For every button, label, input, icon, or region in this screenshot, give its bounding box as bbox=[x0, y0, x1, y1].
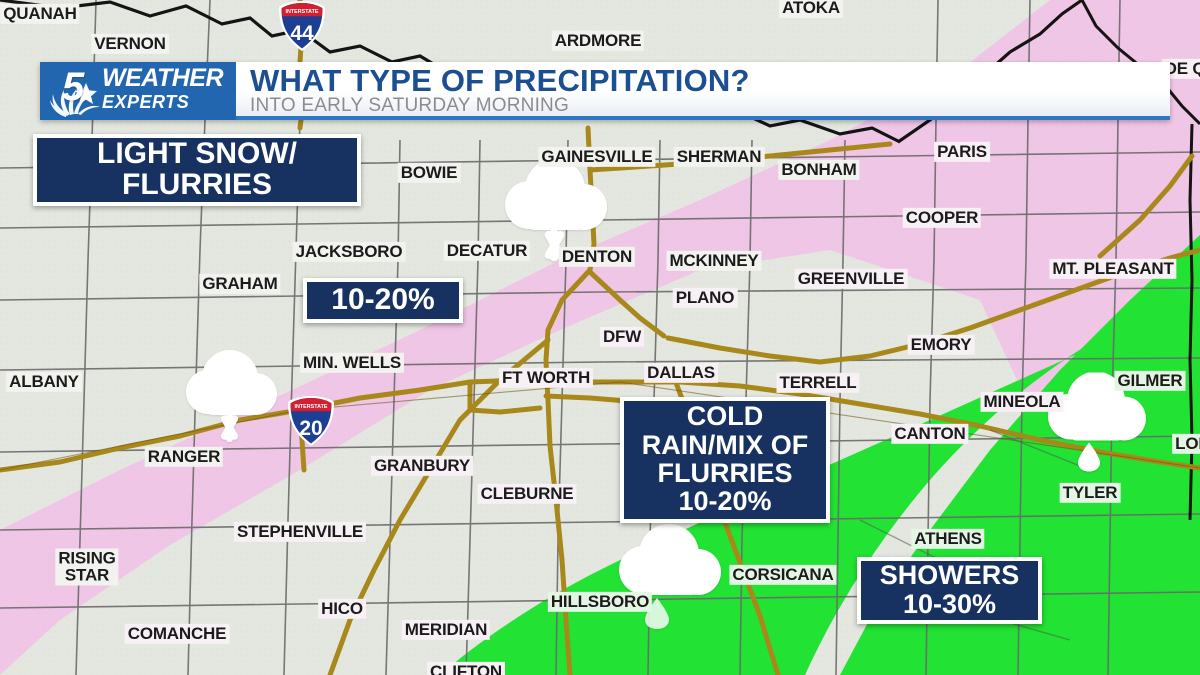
city-label: TYLER bbox=[1059, 482, 1121, 504]
city-label: CLIFTON bbox=[427, 661, 505, 675]
city-label: ARDMORE bbox=[551, 30, 645, 52]
city-label: GREENVILLE bbox=[794, 268, 908, 290]
callout-line: 10-20% bbox=[678, 486, 772, 517]
callout-showers: SHOWERS 10-30% bbox=[857, 557, 1042, 624]
city-label-line: STAR bbox=[64, 565, 110, 585]
callout-northwest-probability: 10-20% bbox=[303, 278, 463, 323]
city-label: HILLSBORO bbox=[547, 591, 653, 613]
city-label: BOWIE bbox=[397, 162, 461, 184]
city-label: RISING STAR bbox=[55, 548, 119, 586]
page-title: WHAT TYPE OF PRECIPITATION? bbox=[250, 63, 750, 98]
logo-line-weather: WEATHER bbox=[102, 64, 224, 92]
city-label: DECATUR bbox=[443, 240, 531, 262]
city-label: COMANCHE bbox=[124, 623, 230, 645]
city-label: EMORY bbox=[907, 334, 975, 356]
city-label: RANGER bbox=[144, 446, 224, 468]
branding-title-bar: 5 WEATHER EXPERTS WHAT TYPE OF PRECIPITA… bbox=[40, 62, 1170, 120]
city-label: STEPHENVILLE bbox=[233, 521, 367, 543]
city-label: HICO bbox=[318, 598, 366, 620]
city-label: GRANBURY bbox=[371, 455, 473, 477]
city-label: CLEBURNE bbox=[477, 483, 577, 505]
city-label: MT. PLEASANT bbox=[1049, 258, 1177, 280]
svg-text:INTERSTATE: INTERSTATE bbox=[294, 404, 327, 410]
callout-line: RAIN/MIX OF bbox=[641, 429, 809, 460]
city-label: MIN. WELLS bbox=[299, 352, 405, 374]
callout-line: 10-20% bbox=[331, 282, 435, 316]
city-label: PLANO bbox=[672, 287, 738, 309]
svg-text:44: 44 bbox=[290, 22, 314, 45]
rain-cloud-icon bbox=[609, 524, 727, 632]
city-label: SHERMAN bbox=[673, 146, 765, 168]
svg-text:20: 20 bbox=[299, 417, 322, 440]
city-label: PARIS bbox=[934, 141, 990, 163]
callout-line: 10-30% bbox=[902, 588, 997, 619]
callout-line: FLURRIES bbox=[657, 458, 793, 488]
city-label: GAINESVILLE bbox=[538, 146, 656, 168]
channel-number: 5 bbox=[62, 65, 84, 109]
city-label: COOPER bbox=[902, 207, 982, 229]
city-label: ALBANY bbox=[6, 371, 82, 393]
city-label: DENTON bbox=[558, 246, 636, 268]
callout-light-snow-flurries: LIGHT SNOW/ FLURRIES bbox=[33, 134, 361, 206]
city-label: DFW bbox=[599, 326, 645, 348]
interstate-44-shield: INTERSTATE 44 bbox=[276, 0, 328, 53]
city-label-line: RISING bbox=[58, 548, 116, 568]
callout-line: FLURRIES bbox=[122, 168, 272, 201]
city-label: MCKINNEY bbox=[666, 250, 762, 272]
city-label: JACKSBORO bbox=[292, 241, 406, 263]
city-label: DALLAS bbox=[644, 362, 718, 384]
interstate-20-shield: INTERSTATE 20 bbox=[285, 394, 337, 448]
page-subtitle: INTO EARLY SATURDAY MORNING bbox=[250, 95, 569, 117]
weather-map-graphic: INTERSTATE 44 INTERSTATE 20 QUANAH VERNO… bbox=[0, 0, 1200, 675]
state-border-louisiana bbox=[1188, 123, 1194, 521]
city-label: QUANAH bbox=[0, 3, 80, 25]
city-label: MINEOLA bbox=[980, 391, 1064, 413]
callout-cold-rain-mix: COLD RAIN/MIX OF FLURRIES 10-20% bbox=[620, 397, 830, 523]
city-label: GRAHAM bbox=[199, 273, 281, 295]
callout-line: COLD bbox=[686, 401, 764, 432]
callout-line: SHOWERS bbox=[879, 560, 1020, 591]
logo-line-experts: EXPERTS bbox=[102, 92, 190, 112]
city-label: TERRELL bbox=[776, 372, 860, 394]
city-label: CORSICANA bbox=[729, 564, 837, 586]
svg-text:INTERSTATE: INTERSTATE bbox=[285, 9, 318, 15]
city-label: LOI bbox=[1172, 433, 1200, 455]
snow-cloud-icon bbox=[174, 348, 282, 448]
callout-line: LIGHT SNOW/ bbox=[97, 136, 297, 170]
nbc5-weather-experts-logo[interactable]: 5 WEATHER EXPERTS bbox=[40, 62, 236, 120]
city-label: FT WORTH bbox=[498, 367, 594, 389]
logo-wordmark: WEATHER EXPERTS bbox=[102, 64, 224, 113]
headline-block: WHAT TYPE OF PRECIPITATION? INTO EARLY S… bbox=[236, 62, 1170, 120]
city-label: ATHENS bbox=[911, 528, 985, 550]
city-label: MERIDIAN bbox=[401, 619, 491, 641]
city-label: GILMER bbox=[1114, 370, 1186, 392]
city-label: CANTON bbox=[891, 423, 969, 445]
city-label: VERNON bbox=[91, 33, 169, 55]
city-label: BONHAM bbox=[778, 159, 860, 181]
city-label: ATOKA bbox=[779, 0, 843, 19]
